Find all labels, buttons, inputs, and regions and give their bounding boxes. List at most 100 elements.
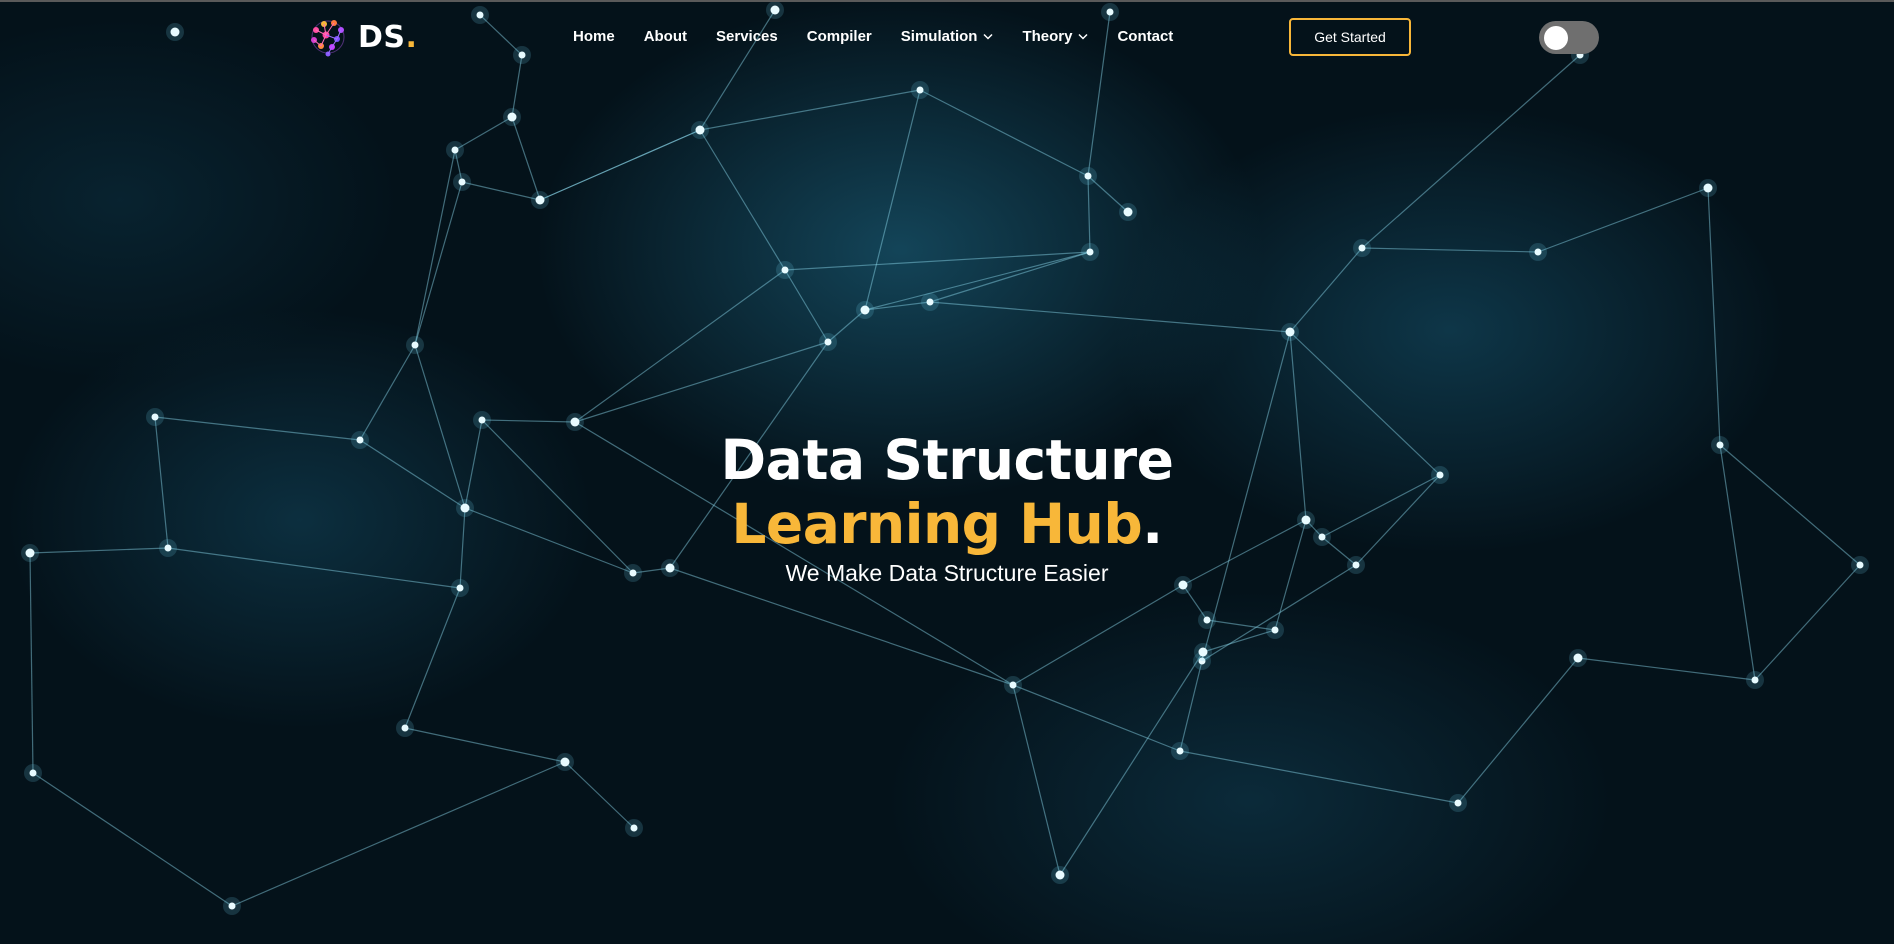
network-edge: [699, 129, 786, 271]
network-edge: [359, 344, 416, 441]
network-node: [1271, 626, 1279, 634]
network-edge: [1707, 187, 1721, 446]
hero-title-line2: Learning Hub.: [0, 492, 1894, 556]
network-edge: [1202, 629, 1276, 653]
network-node: [1203, 616, 1211, 624]
network-edge: [231, 761, 566, 907]
network-node: [401, 724, 409, 732]
network-node: [630, 824, 638, 832]
network-edge: [461, 181, 541, 201]
network-node: [1086, 248, 1094, 256]
network-edge: [1457, 657, 1579, 804]
hero-title-line1: Data Structure: [720, 428, 1174, 492]
network-node: [151, 413, 159, 421]
network-edge: [481, 419, 576, 423]
network-edge: [32, 772, 233, 907]
network-edge: [1087, 175, 1091, 253]
get-started-button[interactable]: Get Started: [1289, 18, 1411, 56]
navbar: DS. Home About Services Compiler Simulat…: [0, 0, 1894, 80]
toggle-knob: [1544, 26, 1568, 50]
network-node: [1534, 248, 1542, 256]
network-edge: [919, 89, 1089, 177]
network-node: [1703, 183, 1713, 193]
network-node: [1454, 799, 1462, 807]
network-node: [1084, 172, 1092, 180]
network-node: [824, 338, 832, 346]
network-node: [1573, 653, 1583, 663]
network-edge: [864, 251, 1091, 311]
logo[interactable]: DS.: [306, 16, 417, 58]
hero-title-highlight: Learning Hub: [731, 492, 1143, 556]
network-edge: [454, 116, 513, 151]
network-edge: [511, 116, 541, 201]
nav-item-theory[interactable]: Theory: [1022, 28, 1088, 45]
network-node: [535, 195, 545, 205]
nav-item-compiler[interactable]: Compiler: [807, 28, 872, 45]
network-node: [1198, 647, 1208, 657]
network-edge: [574, 269, 786, 423]
hero-subtitle: We Make Data Structure Easier: [785, 560, 1109, 586]
network-edge: [929, 301, 1291, 333]
chevron-down-icon: [983, 33, 993, 40]
network-node: [1009, 681, 1017, 689]
network-node: [860, 305, 870, 315]
network-edge: [539, 129, 701, 201]
chevron-down-icon: [1078, 33, 1088, 40]
nav-item-contact[interactable]: Contact: [1117, 28, 1173, 45]
nav-item-label: Theory: [1022, 28, 1073, 45]
network-node: [451, 146, 459, 154]
network-edge: [699, 89, 921, 131]
nav-item-label: Contact: [1117, 28, 1174, 45]
network-edge: [784, 269, 829, 343]
nav-item-label: Home: [573, 28, 615, 45]
brand-name: DS: [358, 19, 406, 55]
network-node: [228, 902, 236, 910]
network-node: [695, 125, 705, 135]
network-edge: [1537, 187, 1709, 253]
network-node: [1176, 747, 1184, 755]
network-edge: [1012, 584, 1184, 686]
nav-item-home[interactable]: Home: [573, 28, 615, 45]
hero-title-dot: .: [1142, 492, 1163, 556]
network-edge: [1361, 54, 1581, 249]
network-node: [458, 178, 466, 186]
network-edge: [864, 89, 921, 311]
network-node: [478, 416, 486, 424]
network-edge: [784, 251, 1091, 271]
network-edge: [1179, 750, 1459, 804]
nav-item-services[interactable]: Services: [716, 28, 778, 45]
network-node: [1751, 676, 1759, 684]
network-edge: [1059, 651, 1204, 876]
nav-item-simulation[interactable]: Simulation: [901, 28, 994, 45]
nav-item-about[interactable]: About: [644, 28, 687, 45]
network-edge: [404, 727, 566, 763]
network-edge: [1179, 660, 1203, 752]
network-node: [507, 112, 517, 122]
network-edge: [414, 149, 456, 346]
nav-item-label: Compiler: [806, 28, 872, 45]
network-node: [1358, 244, 1366, 252]
nav-item-label: About: [643, 28, 688, 45]
nav-item-label: Simulation: [900, 28, 978, 45]
theme-toggle[interactable]: [1539, 21, 1599, 54]
network-node: [411, 341, 419, 349]
network-edge: [564, 761, 635, 829]
nav-item-label: Services: [716, 28, 778, 45]
network-node: [570, 417, 580, 427]
network-node: [560, 757, 570, 767]
network-edge: [574, 341, 829, 423]
network-edge: [404, 587, 461, 729]
logo-text: DS.: [358, 20, 417, 55]
brand-dot: .: [405, 19, 418, 55]
main-menu: Home About Services Compiler Simulation …: [573, 28, 1202, 45]
network-node: [1055, 870, 1065, 880]
network-edge: [1577, 657, 1756, 681]
network-node: [1123, 207, 1133, 217]
network-edge: [1361, 247, 1539, 253]
network-node: [29, 769, 37, 777]
network-node: [926, 298, 934, 306]
network-node: [1285, 327, 1295, 337]
network-node: [916, 86, 924, 94]
network-edge: [414, 181, 463, 346]
network-edge: [1012, 684, 1181, 752]
